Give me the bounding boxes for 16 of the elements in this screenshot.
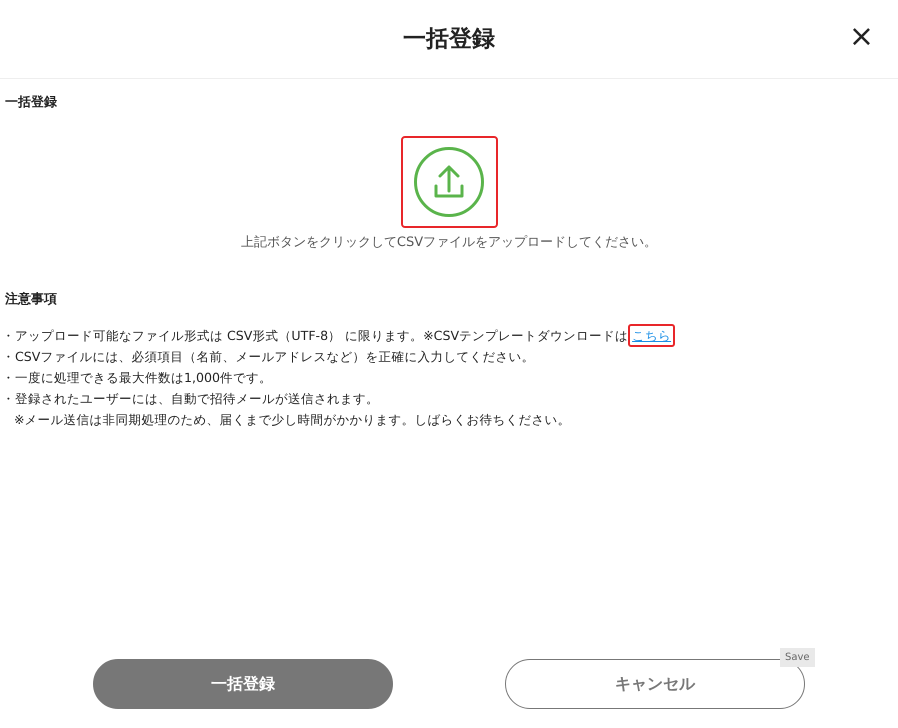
register-button[interactable]: 一括登録: [93, 659, 393, 709]
dialog-title: 一括登録: [403, 24, 495, 54]
note-text: ・アップロード可能なファイル形式は CSV形式（UTF-8） に限ります。※CSVテンプレートダウンロードは: [2, 326, 628, 344]
upload-button[interactable]: [400, 136, 498, 228]
note-text: ・登録されたユーザーには、自動で招待メールが送信されます。: [2, 390, 379, 408]
template-link[interactable]: こちら: [628, 324, 676, 346]
save-tag[interactable]: Save: [780, 648, 815, 667]
note-text: ※メール送信は非同期処理のため、届くまで少し時間がかかります。しばらくお待ちください。: [13, 410, 571, 428]
notes-heading: 注意事項: [5, 290, 58, 309]
close-button[interactable]: ×: [844, 22, 878, 52]
note-text: ・CSVファイルには、必須項目（名前、メールアドレスなど）を正確に入力してください。: [2, 348, 534, 366]
cancel-button[interactable]: キャンセル: [505, 659, 805, 709]
upload-instruction: 上記ボタンをクリックしてCSVファイルをアップロードしてください。: [240, 234, 658, 252]
note-text: ・一度に処理できる最大件数は1,000件です。: [2, 368, 272, 386]
section-label: 一括登録: [5, 94, 58, 112]
upload-icon: [413, 146, 485, 218]
